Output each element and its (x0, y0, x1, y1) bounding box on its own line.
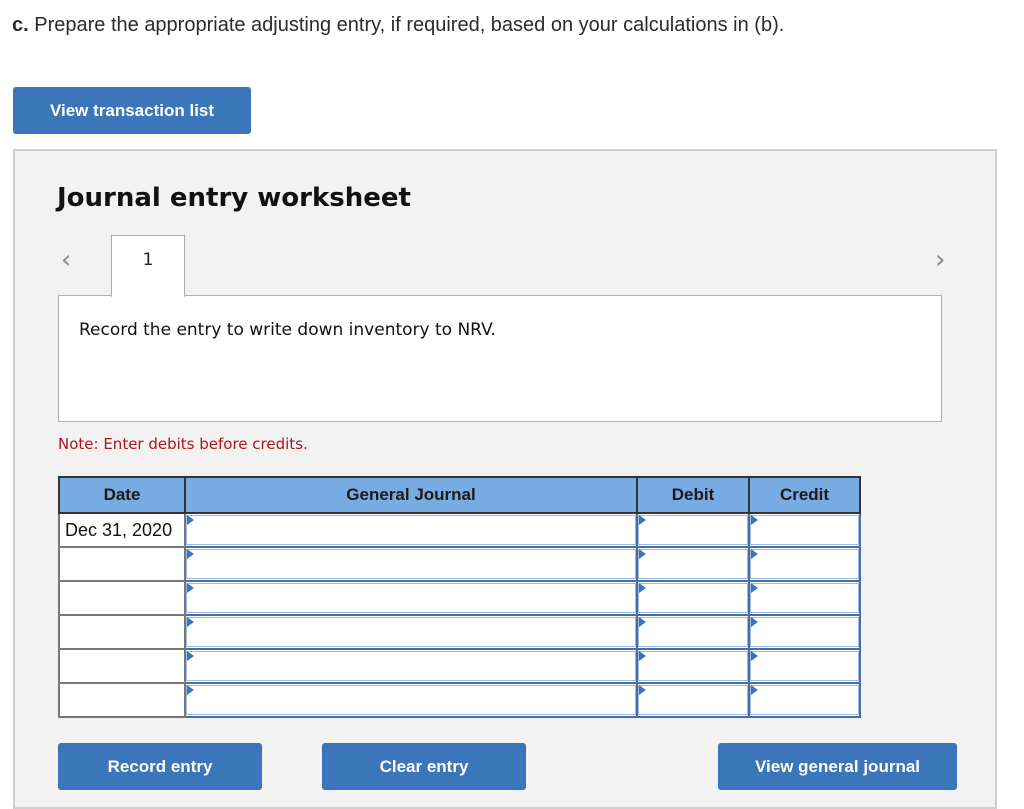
dropdown-flag-icon (751, 617, 758, 627)
credit-input[interactable] (750, 583, 859, 613)
dropdown-flag-icon (639, 549, 646, 559)
dropdown-flag-icon (639, 617, 646, 627)
worksheet-title: Journal entry worksheet (57, 183, 411, 213)
debit-input[interactable] (638, 549, 748, 579)
credit-input-cell (748, 682, 861, 718)
account-select-cell (184, 682, 638, 718)
date-cell (58, 546, 186, 582)
journal-row (58, 648, 861, 684)
debit-input-cell (636, 546, 750, 582)
debit-input[interactable] (638, 617, 748, 647)
journal-entry-worksheet: Journal entry worksheet ‹ › 1 Record the… (13, 149, 997, 809)
note-text: Note: Enter debits before credits. (58, 435, 308, 453)
date-cell (58, 682, 186, 718)
header-general-journal: General Journal (184, 476, 638, 514)
header-date: Date (58, 476, 186, 514)
debit-input-cell (636, 682, 750, 718)
entry-description: Record the entry to write down inventory… (79, 320, 496, 340)
journal-row (58, 580, 861, 616)
credit-input[interactable] (750, 549, 859, 579)
credit-input[interactable] (750, 515, 859, 545)
instruction-text: c. Prepare the appropriate adjusting ent… (12, 14, 784, 37)
account-select-cell (184, 580, 638, 616)
header-debit: Debit (636, 476, 750, 514)
instruction-body: Prepare the appropriate adjusting entry,… (28, 14, 785, 36)
clear-entry-button[interactable]: Clear entry (322, 743, 526, 790)
account-select-cell (184, 614, 638, 650)
journal-table: Date General Journal Debit Credit Dec 31… (58, 476, 861, 718)
credit-input[interactable] (750, 617, 859, 647)
account-select[interactable] (186, 515, 636, 545)
account-select[interactable] (186, 583, 636, 613)
dropdown-flag-icon (751, 685, 758, 695)
date-cell (58, 648, 186, 684)
dropdown-flag-icon (751, 651, 758, 661)
debit-input[interactable] (638, 685, 748, 715)
credit-input-cell (748, 614, 861, 650)
account-select-cell (184, 648, 638, 684)
date-cell: Dec 31, 2020 (58, 512, 186, 548)
record-entry-button[interactable]: Record entry (58, 743, 262, 790)
dropdown-flag-icon (639, 685, 646, 695)
dropdown-flag-icon (187, 651, 194, 661)
account-select-cell (184, 546, 638, 582)
view-transaction-list-button[interactable]: View transaction list (13, 87, 251, 134)
debit-input-cell (636, 580, 750, 616)
journal-header-row: Date General Journal Debit Credit (58, 476, 861, 514)
journal-row (58, 614, 861, 650)
dropdown-flag-icon (187, 617, 194, 627)
dropdown-flag-icon (639, 515, 646, 525)
tab-entry-1[interactable]: 1 (111, 235, 185, 297)
entry-description-box: Record the entry to write down inventory… (58, 295, 942, 422)
credit-input-cell (748, 648, 861, 684)
debit-input-cell (636, 512, 750, 548)
dropdown-flag-icon (751, 549, 758, 559)
date-cell (58, 580, 186, 616)
debit-input[interactable] (638, 651, 748, 681)
dropdown-flag-icon (187, 549, 194, 559)
dropdown-flag-icon (751, 583, 758, 593)
credit-input[interactable] (750, 685, 859, 715)
account-select[interactable] (186, 685, 636, 715)
debit-input-cell (636, 648, 750, 684)
credit-input-cell (748, 512, 861, 548)
chevron-right-icon[interactable]: › (935, 247, 953, 273)
debit-input-cell (636, 614, 750, 650)
view-general-journal-button[interactable]: View general journal (718, 743, 957, 790)
account-select[interactable] (186, 617, 636, 647)
dropdown-flag-icon (187, 515, 194, 525)
header-credit: Credit (748, 476, 861, 514)
credit-input-cell (748, 546, 861, 582)
debit-input[interactable] (638, 515, 748, 545)
dropdown-flag-icon (639, 651, 646, 661)
journal-row: Dec 31, 2020 (58, 512, 861, 548)
journal-row (58, 546, 861, 582)
account-select-cell (184, 512, 638, 548)
debit-input[interactable] (638, 583, 748, 613)
dropdown-flag-icon (187, 685, 194, 695)
account-select[interactable] (186, 651, 636, 681)
date-cell (58, 614, 186, 650)
journal-row (58, 682, 861, 718)
chevron-left-icon[interactable]: ‹ (61, 247, 79, 273)
dropdown-flag-icon (639, 583, 646, 593)
dropdown-flag-icon (187, 583, 194, 593)
account-select[interactable] (186, 549, 636, 579)
dropdown-flag-icon (751, 515, 758, 525)
credit-input-cell (748, 580, 861, 616)
instruction-prefix: c. (12, 14, 29, 36)
credit-input[interactable] (750, 651, 859, 681)
